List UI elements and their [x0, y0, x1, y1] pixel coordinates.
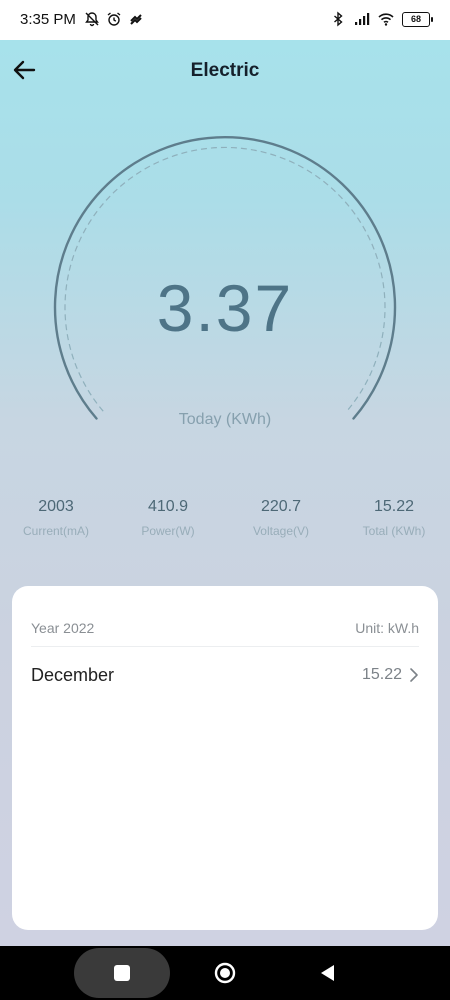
status-left-icons: [84, 11, 144, 27]
stat-label: Total (KWh): [362, 524, 426, 538]
stat-value: 410.9: [147, 498, 189, 515]
wifi-icon: [378, 13, 394, 26]
recents-icon: [114, 965, 130, 981]
stat-value: 15.22: [373, 498, 415, 515]
chevron-right-icon: [410, 668, 418, 682]
system-nav-bar: [0, 946, 450, 1000]
today-energy-value: 3.37: [156, 271, 294, 345]
signal-icon: [355, 13, 370, 25]
bell-off-icon: [85, 12, 99, 27]
stat-current: 2003 Current(mA): [0, 498, 112, 538]
energy-gauge: 3.37 Today (KWh): [0, 100, 450, 460]
status-right-icons: 68: [330, 11, 433, 27]
history-card: Year 2022 Unit: kW.h December 15.22: [12, 586, 438, 930]
back-triangle-icon[interactable]: [318, 963, 338, 983]
page-title: Electric: [190, 60, 260, 81]
alarm-icon: [107, 12, 121, 26]
battery-icon: 68: [402, 11, 433, 27]
stat-voltage: 220.7 Voltage(V): [225, 498, 337, 538]
bluetooth-icon: [334, 11, 343, 27]
divider: [31, 646, 419, 647]
stat-power: 410.9 Power(W): [112, 498, 224, 538]
stat-label: Current(mA): [22, 524, 89, 538]
stat-total: 15.22 Total (KWh): [338, 498, 450, 538]
year-label: Year 2022: [31, 620, 95, 636]
app-header: Electric: [0, 40, 450, 100]
month-row-december[interactable]: December 15.22: [12, 656, 438, 696]
month-name: December: [31, 665, 115, 685]
stat-value: 2003: [38, 498, 74, 515]
stat-value: 220.7: [260, 498, 302, 515]
stat-label: Voltage(V): [252, 524, 310, 538]
today-energy-caption: Today (KWh): [178, 411, 272, 428]
hotspot-icon: [130, 14, 142, 25]
status-time: 3:35 PM: [20, 11, 76, 28]
stats-row: 2003 Current(mA) 410.9 Power(W) 220.7 Vo…: [0, 498, 450, 548]
unit-label: Unit: kW.h: [355, 620, 419, 636]
recents-button[interactable]: [74, 948, 170, 998]
month-value: 15.22: [361, 666, 402, 683]
status-bar: 3:35 PM 68: [0, 0, 450, 40]
stat-label: Power(W): [141, 524, 195, 538]
home-icon[interactable]: [213, 961, 237, 985]
history-header: Year 2022 Unit: kW.h: [12, 620, 438, 642]
